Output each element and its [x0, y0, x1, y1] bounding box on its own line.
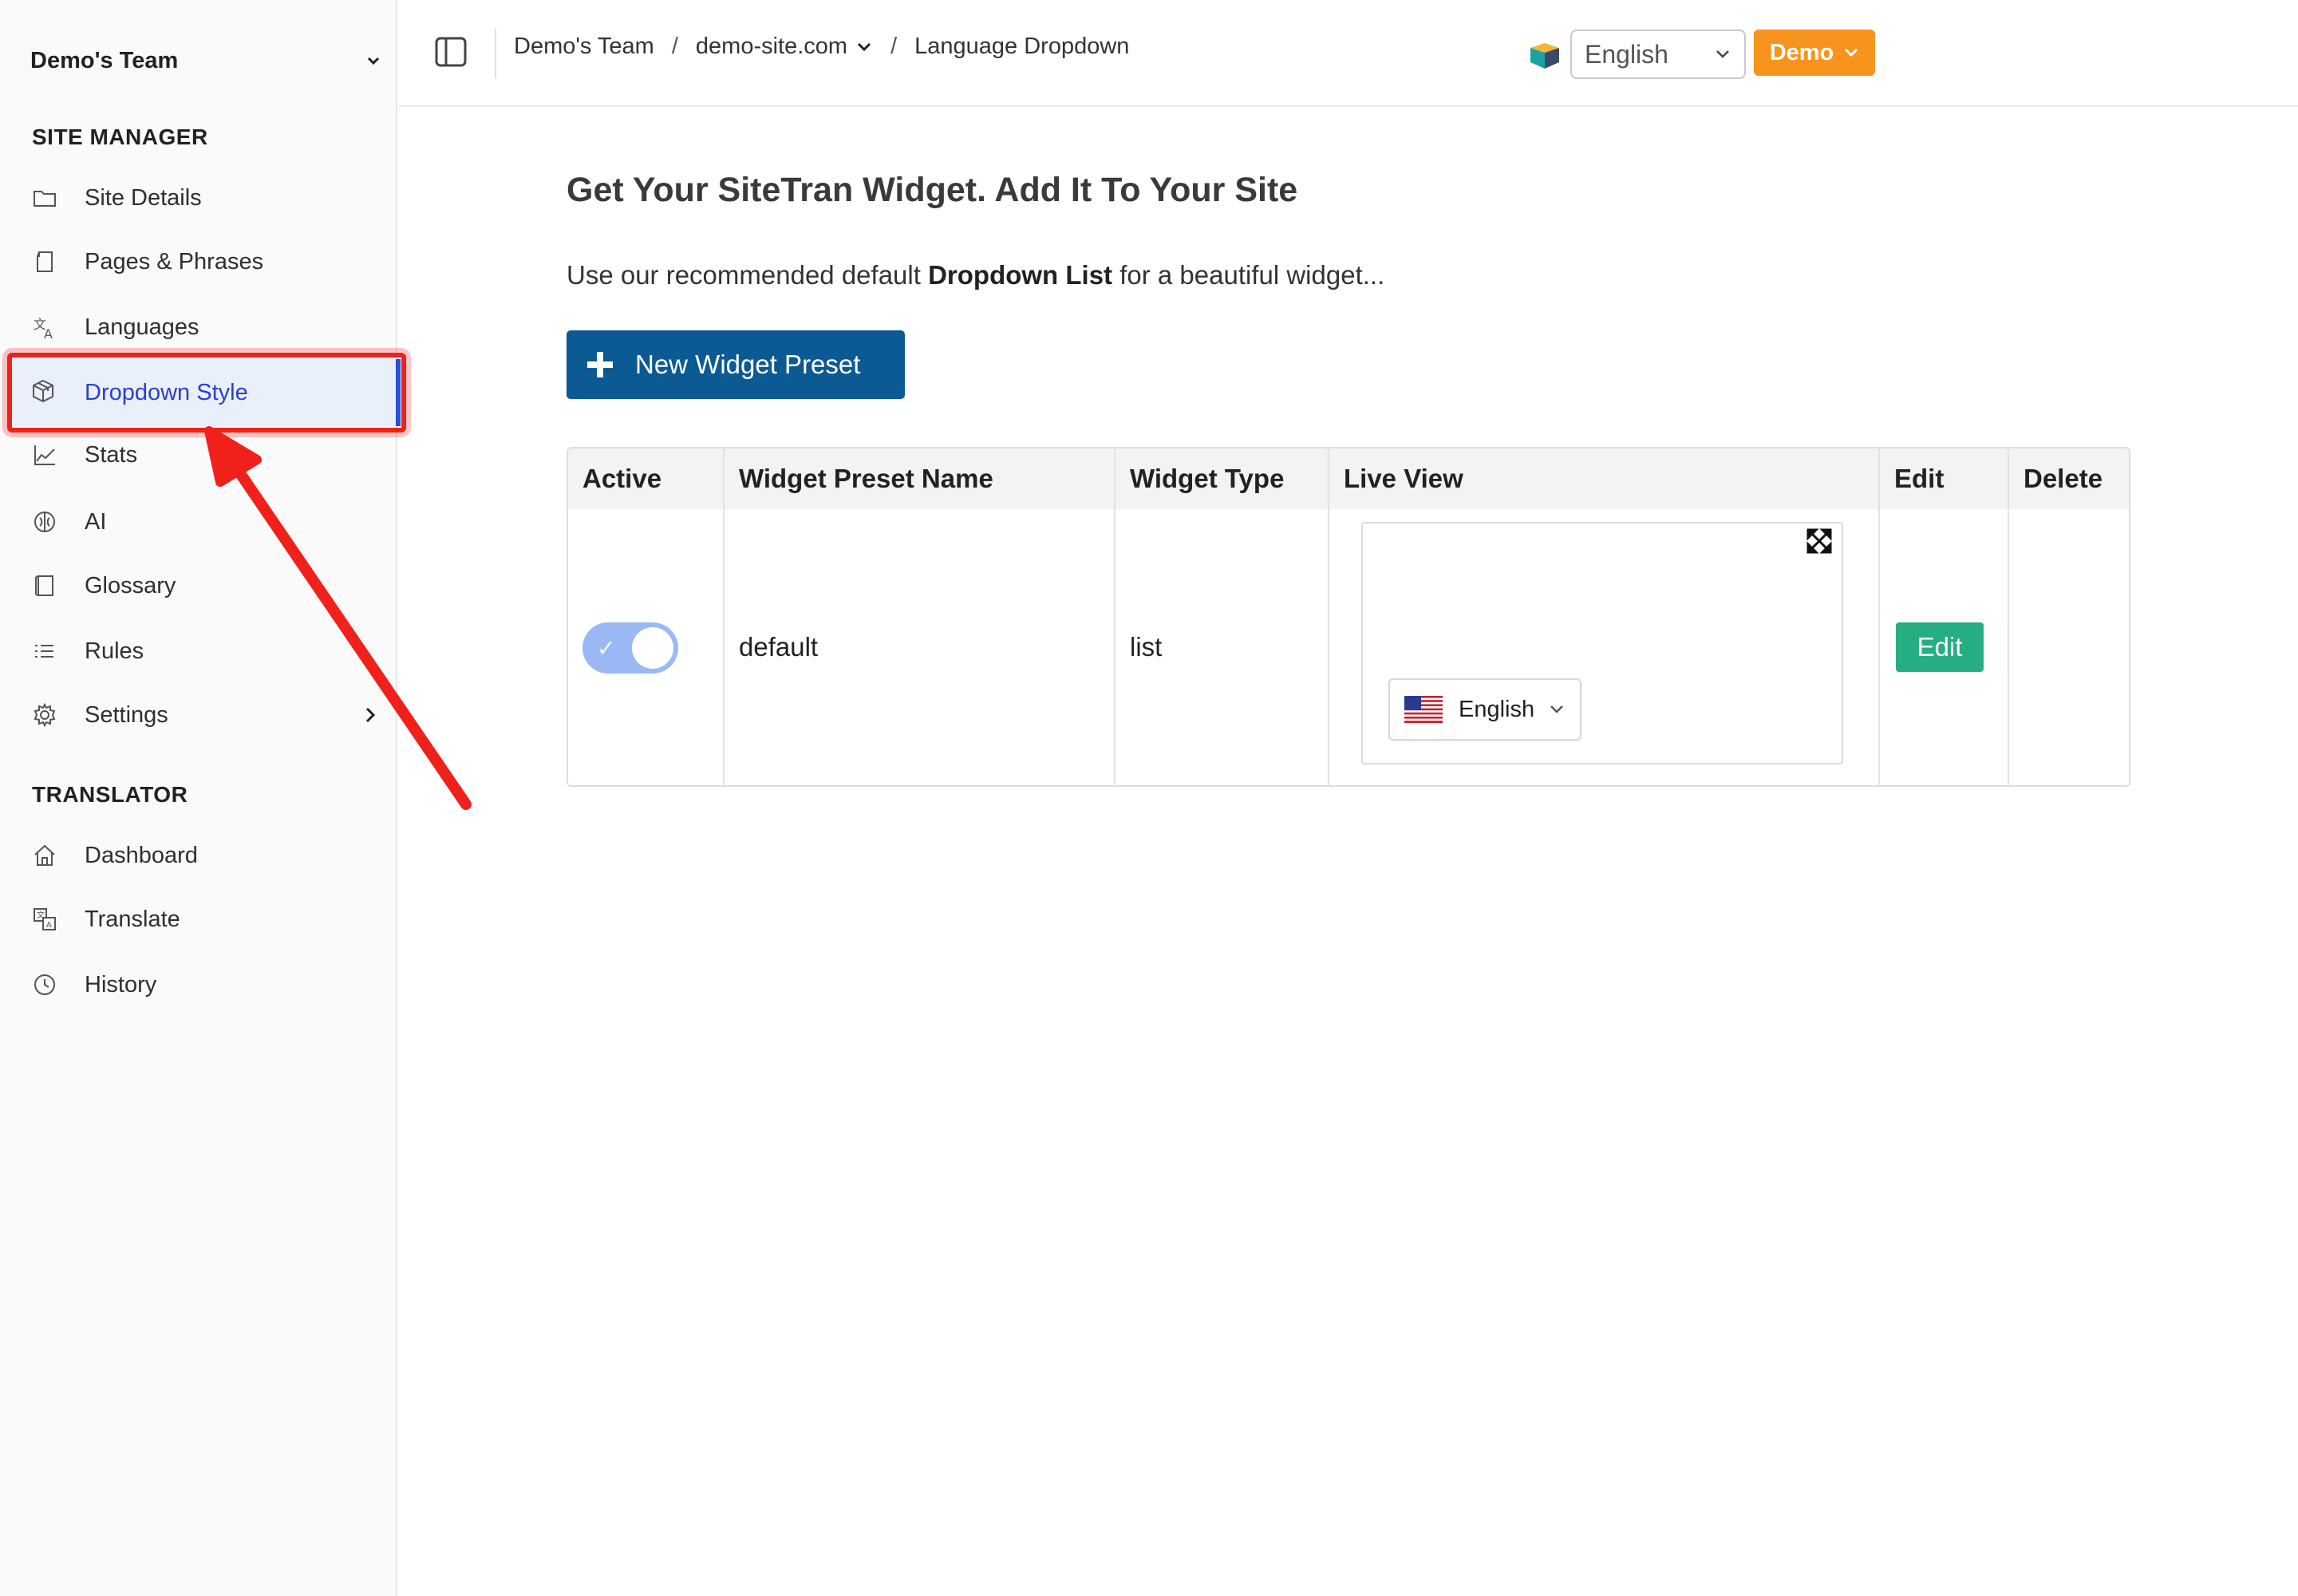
highlight-box — [7, 353, 406, 433]
chart-line-icon — [30, 440, 59, 469]
active-toggle[interactable]: ✓ — [582, 622, 678, 674]
topbar: Demo's Team / demo-site.com / Language D… — [399, 0, 2298, 107]
subtitle-text: for a beautiful widget... — [1112, 260, 1385, 290]
header-live-view: Live View — [1344, 464, 1463, 493]
sidebar-item-translate[interactable]: 文A Translate — [30, 895, 381, 943]
sidebar-item-glossary[interactable]: Glossary — [30, 562, 381, 610]
header-widget-type: Widget Type — [1130, 464, 1285, 493]
sitetran-logo-icon — [1530, 43, 1559, 69]
breadcrumb-separator: / — [890, 34, 898, 59]
svg-text:A: A — [46, 921, 52, 930]
section-site-manager: SITE MANAGER — [32, 124, 208, 149]
sidebar-item-label: Site Details — [85, 184, 202, 211]
header-active: Active — [582, 464, 662, 493]
sidebar-item-label: Rules — [85, 638, 144, 664]
sidebar-item-history[interactable]: History — [30, 961, 381, 1009]
subtitle-bold: Dropdown List — [928, 260, 1113, 290]
sidebar-item-label: Languages — [85, 314, 199, 340]
language-widget-preview[interactable]: English — [1388, 678, 1581, 741]
sidebar-item-label: Stats — [85, 441, 138, 468]
sidebar-item-label: Translate — [85, 906, 180, 932]
chevron-right-icon — [365, 707, 376, 723]
breadcrumb-site[interactable]: demo-site.com — [696, 34, 873, 60]
section-translator: TRANSLATOR — [32, 782, 188, 807]
sidebar-item-site-details[interactable]: Site Details — [30, 174, 381, 222]
breadcrumb-separator: / — [671, 34, 678, 59]
sidebar-item-label: AI — [85, 508, 107, 535]
demo-button-label: Demo — [1769, 39, 1834, 65]
list-check-icon — [30, 637, 59, 666]
plus-icon — [587, 352, 613, 377]
sidebar-item-label: History — [85, 971, 157, 998]
header-delete: Delete — [2024, 464, 2103, 493]
header-widget-preset-name: Widget Preset Name — [739, 464, 993, 493]
svg-text:文: 文 — [37, 910, 45, 920]
chevron-down-icon — [1716, 50, 1729, 58]
team-name: Demo's Team — [30, 47, 179, 73]
us-flag-icon — [1404, 696, 1443, 723]
translate-doc-icon: 文A — [30, 905, 59, 934]
live-view-preview: English — [1361, 522, 1843, 764]
sidebar-item-dashboard[interactable]: Dashboard — [30, 832, 381, 879]
book-icon — [30, 571, 59, 600]
edit-button[interactable]: Edit — [1896, 622, 1984, 672]
demo-button[interactable]: Demo — [1754, 30, 1875, 76]
breadcrumb-site-label: demo-site.com — [695, 34, 848, 59]
widget-type: list — [1130, 632, 1163, 662]
breadcrumb-team[interactable]: Demo's Team — [514, 34, 654, 60]
sidebar-item-pages-phrases[interactable]: Pages & Phrases — [30, 238, 381, 286]
chevron-down-icon — [858, 42, 871, 51]
sidebar-item-rules[interactable]: Rules — [30, 627, 381, 675]
sidebar-item-stats[interactable]: Stats — [30, 431, 381, 479]
new-widget-preset-label: New Widget Preset — [635, 350, 861, 379]
breadcrumb-page: Language Dropdown — [914, 34, 1130, 59]
expand-icon[interactable] — [1805, 527, 1834, 555]
gear-icon — [30, 701, 59, 729]
header-edit: Edit — [1894, 464, 1945, 493]
check-icon: ✓ — [597, 636, 616, 661]
chevron-down-icon — [1845, 48, 1858, 57]
brain-icon — [30, 508, 59, 536]
toggle-knob — [632, 627, 673, 669]
chevron-down-icon — [367, 57, 380, 65]
breadcrumb: Demo's Team / demo-site.com / Language D… — [514, 34, 1129, 60]
sidebar: Demo's Team SITE MANAGER Site Details Pa… — [0, 0, 397, 1596]
sidebar-item-settings[interactable]: Settings — [30, 691, 381, 739]
team-switcher[interactable]: Demo's Team — [30, 45, 381, 77]
preset-name: default — [739, 632, 819, 662]
sidebar-item-label: Dashboard — [85, 842, 198, 868]
sidebar-toggle-icon[interactable] — [434, 35, 468, 69]
edit-button-label: Edit — [1917, 632, 1963, 662]
sidebar-item-label: Glossary — [85, 572, 176, 598]
language-select-value: English — [1585, 39, 1668, 69]
page-subtitle: Use our recommended default Dropdown Lis… — [567, 260, 1384, 290]
sidebar-item-languages[interactable]: 文A Languages — [30, 303, 381, 351]
subtitle-text: Use our recommended default — [567, 260, 929, 290]
folder-icon — [30, 184, 59, 212]
page-icon — [30, 247, 59, 276]
divider — [495, 29, 496, 78]
widget-presets-table: Active Widget Preset Name Widget Type Li… — [567, 447, 2130, 787]
sidebar-item-label: Pages & Phrases — [85, 248, 264, 275]
clock-icon — [30, 970, 59, 999]
sidebar-item-label: Settings — [85, 701, 168, 728]
widget-language-label: English — [1459, 696, 1535, 722]
sidebar-item-ai[interactable]: AI — [30, 498, 381, 546]
page-title: Get Your SiteTran Widget. Add It To Your… — [567, 171, 1298, 209]
svg-text:A: A — [44, 326, 53, 340]
chevron-down-icon — [1550, 705, 1564, 713]
home-icon — [30, 841, 59, 870]
translate-icon: 文A — [30, 313, 59, 342]
language-select[interactable]: English — [1570, 30, 1746, 79]
new-widget-preset-button[interactable]: New Widget Preset — [567, 330, 905, 399]
